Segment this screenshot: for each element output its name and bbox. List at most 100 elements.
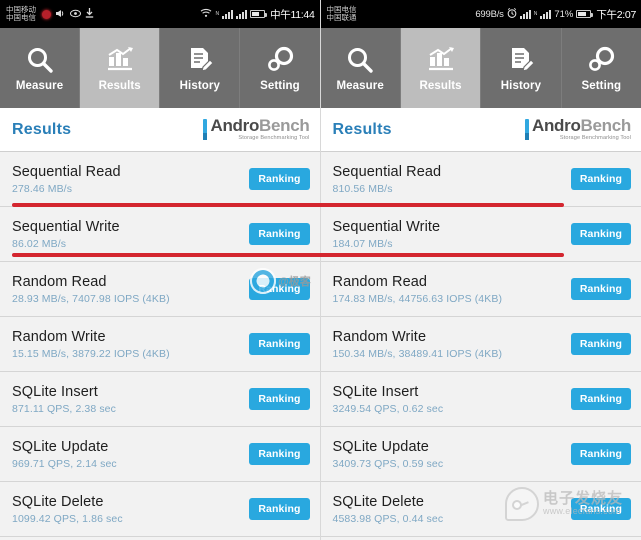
ranking-button[interactable]: Ranking — [570, 277, 631, 301]
wifi-icon — [200, 8, 212, 20]
result-row-sqlite-update[interactable]: SQLite Update 969.71 QPS, 2.14 sec Rankin… — [0, 427, 320, 482]
status-clock: 中午11:44 — [270, 8, 315, 21]
result-row-sequential-write[interactable]: Sequential Write 86.02 MB/s Ranking — [0, 207, 320, 262]
alarm-icon — [507, 8, 517, 20]
signal-bars-icon — [222, 9, 234, 19]
logo-subtitle: Storage Benchmarking Tool — [238, 135, 310, 142]
ranking-button[interactable]: Ranking — [570, 332, 631, 356]
androbench-logo: AndroBench Storage Benchmarking Tool — [524, 116, 632, 142]
tab-setting[interactable]: Setting — [240, 28, 319, 108]
download-icon — [85, 8, 94, 20]
result-name: Sequential Read — [332, 163, 442, 180]
battery-percent-label: 71% — [554, 8, 574, 20]
tab-label: History — [500, 79, 542, 92]
result-name: SQLite Delete — [12, 493, 104, 510]
result-row-sqlite-insert[interactable]: SQLite Insert 3249.54 QPS, 0.62 sec Ranki… — [320, 372, 641, 427]
right-results-list: Sequential Read 810.56 MB/s Ranking Seque… — [320, 152, 641, 537]
tab-label: Measure — [336, 79, 384, 92]
left-notification-icons — [42, 8, 94, 20]
ranking-button[interactable]: Ranking — [249, 167, 310, 191]
result-name: SQLite Insert — [12, 383, 98, 400]
ranking-button[interactable]: Ranking — [570, 442, 631, 466]
result-row-sqlite-update[interactable]: SQLite Update 3409.73 QPS, 0.59 sec Ranki… — [320, 427, 641, 482]
record-dot-icon — [42, 9, 51, 19]
network-speed-label: 699B/s — [475, 8, 504, 20]
result-value: 174.83 MB/s, 44756.63 IOPS (4KB) — [332, 292, 503, 305]
result-row-random-write[interactable]: Random Write 150.34 MB/s, 38489.41 IOPS (… — [320, 317, 641, 372]
ranking-button[interactable]: Ranking — [249, 277, 310, 301]
tab-label: Setting — [260, 79, 300, 92]
mute-icon — [55, 9, 66, 20]
result-value: 1099.42 QPS, 1.86 sec — [12, 512, 123, 525]
tab-label: Results — [419, 79, 462, 92]
ranking-button[interactable]: Ranking — [570, 222, 631, 246]
tab-history[interactable]: History — [160, 28, 241, 108]
battery-icon — [576, 10, 594, 18]
logo-word-bench: Bench — [259, 116, 310, 136]
right-status-bar: 中国电信 中国联通 699B/s N 71% 下午2:07 — [320, 0, 641, 28]
battery-icon — [250, 10, 268, 18]
result-name: SQLite Insert — [332, 383, 419, 400]
result-row-random-write[interactable]: Random Write 15.15 MB/s, 3879.22 IOPS (4K… — [0, 317, 320, 372]
ranking-button[interactable]: Ranking — [570, 497, 631, 521]
ranking-button[interactable]: Ranking — [249, 387, 310, 411]
result-name: Sequential Read — [12, 163, 121, 180]
tab-measure[interactable]: Measure — [0, 28, 81, 108]
result-row-sequential-write[interactable]: Sequential Write 184.07 MB/s Ranking — [320, 207, 641, 262]
ranking-button[interactable]: Ranking — [249, 442, 310, 466]
ranking-button[interactable]: Ranking — [249, 497, 310, 521]
tab-results[interactable]: Results — [400, 28, 482, 108]
ranking-button[interactable]: Ranking — [570, 387, 631, 411]
result-value: 4583.98 QPS, 0.44 sec — [332, 512, 444, 525]
logo-mark-icon — [524, 119, 529, 140]
right-app-header: Results AndroBench Storage Benchmarking … — [320, 108, 641, 152]
tab-label: Setting — [581, 79, 622, 92]
tab-setting[interactable]: Setting — [562, 28, 641, 108]
androbench-logo: AndroBench Storage Benchmarking Tool — [203, 116, 310, 142]
tab-history[interactable]: History — [481, 28, 562, 108]
ranking-button[interactable]: Ranking — [570, 167, 631, 191]
carrier-line-2: 中国联通 — [326, 13, 357, 22]
result-name: SQLite Update — [12, 438, 109, 455]
result-row-sequential-read[interactable]: Sequential Read 810.56 MB/s Ranking — [320, 152, 641, 207]
result-value: 871.11 QPS, 2.38 sec — [12, 402, 116, 415]
logo-word-bench: Bench — [580, 116, 632, 136]
result-name: Random Read — [332, 273, 428, 290]
result-name: Random Write — [332, 328, 427, 345]
left-status-bar: 中国移动 中国电信 N 中午11:44 — [0, 0, 320, 28]
result-row-sequential-read[interactable]: Sequential Read 278.46 MB/s Ranking — [0, 152, 320, 207]
left-tab-bar: Measure Results History Setting — [0, 28, 320, 108]
logo-mark-icon — [203, 119, 208, 140]
left-app-header: Results AndroBench Storage Benchmarking … — [0, 108, 320, 152]
signal-bars-2-icon — [540, 9, 552, 19]
right-status-right-group: 699B/s N 71% 下午2:07 — [475, 7, 636, 22]
result-value: 184.07 MB/s — [332, 237, 393, 250]
tab-label: History — [179, 79, 220, 92]
result-row-sqlite-insert[interactable]: SQLite Insert 871.11 QPS, 2.38 sec Rankin… — [0, 372, 320, 427]
tab-measure[interactable]: Measure — [321, 28, 401, 108]
ranking-button[interactable]: Ranking — [249, 222, 310, 246]
tab-label: Results — [98, 79, 141, 92]
result-row-random-read[interactable]: Random Read 174.83 MB/s, 44756.63 IOPS (4… — [320, 262, 641, 317]
left-results-list: Sequential Read 278.46 MB/s Ranking Seque… — [0, 152, 320, 537]
result-value: 3249.54 QPS, 0.62 sec — [332, 402, 444, 415]
left-carrier-labels: 中国移动 中国电信 — [6, 5, 36, 23]
left-status-right-group: N 中午11:44 — [200, 7, 315, 22]
result-value: 278.46 MB/s — [12, 182, 73, 195]
ranking-button[interactable]: Ranking — [249, 332, 310, 356]
result-name: Random Write — [12, 328, 106, 345]
result-value: 15.15 MB/s, 3879.22 IOPS (4KB) — [12, 347, 170, 360]
right-status-left-group: 中国电信 中国联通 — [326, 5, 357, 23]
result-row-sqlite-delete[interactable]: SQLite Delete 4583.98 QPS, 0.44 sec Ranki… — [320, 482, 641, 537]
right-phone-screenshot: 中国电信 中国联通 699B/s N 71% 下午2:07 Measure Re… — [320, 0, 641, 540]
carrier-line-2: 中国电信 — [6, 13, 36, 22]
result-row-sqlite-delete[interactable]: SQLite Delete 1099.42 QPS, 1.86 sec Ranki… — [0, 482, 320, 537]
result-name: SQLite Delete — [332, 493, 425, 510]
result-row-random-read[interactable]: Random Read 28.93 MB/s, 7407.98 IOPS (4KB… — [0, 262, 320, 317]
right-tab-bar: Measure Results History Setting — [320, 28, 641, 108]
tab-results[interactable]: Results — [80, 28, 161, 108]
signal-bars-2-icon — [236, 9, 248, 19]
result-name: Random Read — [12, 273, 107, 290]
result-value: 86.02 MB/s — [12, 237, 67, 250]
comparison-screenshots: 中国移动 中国电信 N 中午11:44 Measure Results Hist… — [0, 0, 641, 540]
